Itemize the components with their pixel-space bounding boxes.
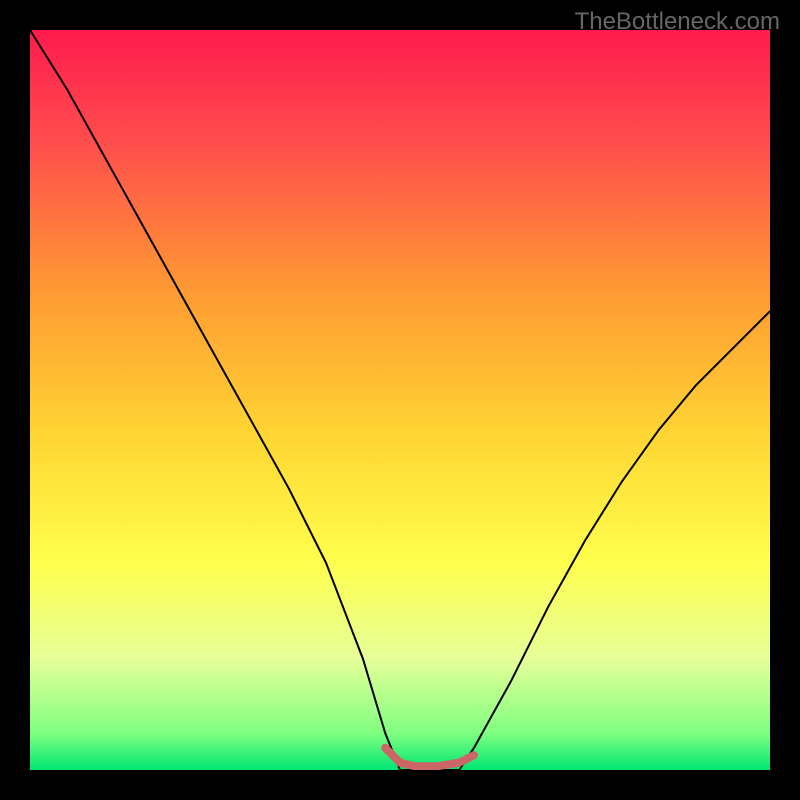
optimal-zone-highlight (385, 748, 474, 767)
chart-container (30, 30, 770, 770)
curve-layer (30, 30, 770, 770)
watermark-text: TheBottleneck.com (575, 8, 780, 36)
bottleneck-curve (30, 30, 770, 770)
